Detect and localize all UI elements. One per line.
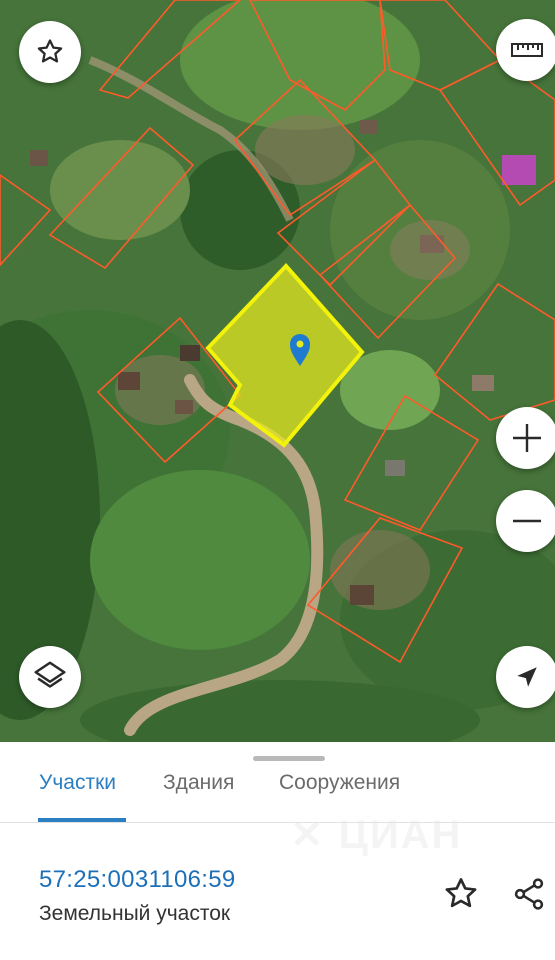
star-outline-icon xyxy=(445,878,477,908)
share-icon xyxy=(514,878,544,910)
cadastral-number[interactable]: 57:25:0031106:59 xyxy=(39,866,236,894)
drag-handle[interactable] xyxy=(253,756,325,761)
layers-icon xyxy=(34,661,66,688)
tab-bar: Участки Здания Сооружения xyxy=(0,764,555,823)
satellite-imagery xyxy=(0,0,555,742)
minus-icon xyxy=(513,519,541,523)
tab-buildings[interactable]: Здания xyxy=(163,764,234,822)
locate-button[interactable] xyxy=(496,646,555,708)
ruler-button[interactable] xyxy=(496,19,555,81)
ruler-icon xyxy=(511,43,543,57)
zoom-in-button[interactable] xyxy=(496,407,555,469)
parcel-type-label: Земельный участок xyxy=(39,902,231,925)
layers-button[interactable] xyxy=(19,646,81,708)
plus-icon xyxy=(513,424,541,452)
tab-parcels[interactable]: Участки xyxy=(39,764,116,822)
share-button[interactable] xyxy=(507,872,551,916)
bottom-sheet: ✕ ЦИАН Участки Здания Сооружения 57:25:0… xyxy=(0,742,555,960)
zoom-out-button[interactable] xyxy=(496,490,555,552)
active-tab-indicator xyxy=(38,818,126,822)
favorite-button[interactable] xyxy=(439,872,483,916)
map-view[interactable] xyxy=(0,0,555,742)
star-outline-icon xyxy=(37,39,63,63)
navigation-arrow-icon xyxy=(517,667,537,687)
tab-structures[interactable]: Сооружения xyxy=(279,764,400,822)
favorite-map-button[interactable] xyxy=(19,21,81,83)
